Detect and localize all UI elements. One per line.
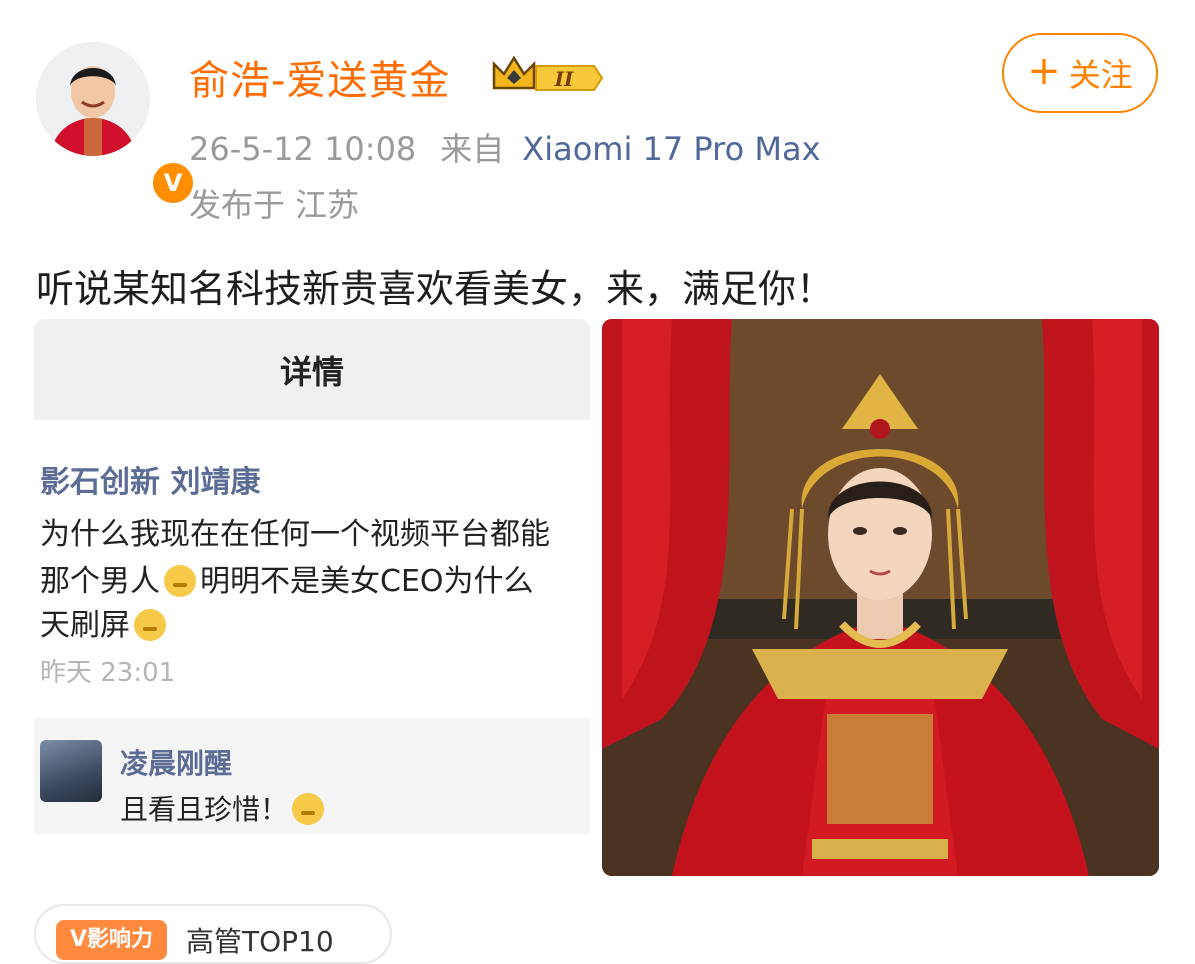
follow-button-label: 关注	[1068, 56, 1133, 94]
reply-author: 凌晨刚醒	[120, 747, 233, 780]
post-image-1[interactable]: 详情 影石创新 刘靖康 为什么我现在在任何一个视频平台都能 那个男人 明明不是美女…	[34, 319, 590, 876]
from-label: 来自	[440, 130, 505, 168]
follow-button[interactable]: + 关注	[1002, 33, 1158, 113]
comment-time: 昨天 23:01	[40, 658, 176, 688]
post-image-2[interactable]	[602, 319, 1159, 876]
crying-emoji-icon	[134, 609, 166, 641]
comment-line-3-a: 天刷屏	[40, 608, 130, 643]
comment-line-2: 那个男人 明明不是美女CEO为什么	[40, 556, 534, 600]
post-location: 发布于 江苏	[189, 186, 360, 224]
avatar-image	[36, 42, 150, 156]
doge-emoji-icon	[292, 793, 325, 825]
influence-text: 高管TOP10	[186, 925, 334, 958]
reply-avatar	[40, 740, 102, 802]
author-avatar[interactable]: V	[36, 42, 196, 206]
comment-line-2-a: 那个男人	[40, 564, 160, 599]
influence-tag[interactable]: V影响力 高管TOP10	[34, 904, 392, 964]
post-time: 26-5-12 10:08	[189, 130, 417, 168]
image1-header: 详情	[34, 319, 590, 420]
plus-icon: +	[1027, 48, 1061, 94]
crown-level-icon: II	[492, 55, 604, 91]
post-text: 听说某知名科技新贵喜欢看美女，来，满足你！	[36, 267, 835, 311]
comment-line-3: 天刷屏	[40, 600, 170, 644]
comment-line-1: 为什么我现在在任何一个视频平台都能	[40, 517, 550, 552]
influence-badge: V影响力	[56, 920, 168, 960]
author-name[interactable]: 俞浩-爱送黄金	[189, 48, 450, 106]
reply-text: 且看且珍惜！	[120, 788, 328, 828]
comment-author: 影石创新 刘靖康	[40, 465, 261, 500]
level-badge-text: II	[554, 67, 574, 91]
post-meta: 26-5-12 10:08 来自 Xiaomi 17 Pro Max	[189, 124, 821, 170]
device-link[interactable]: Xiaomi 17 Pro Max	[522, 130, 820, 168]
comment-line-2-b: 明明不是美女CEO为什么	[200, 564, 534, 599]
crying-emoji-icon	[164, 565, 196, 597]
reply-block: 凌晨刚醒 且看且珍惜！	[34, 718, 590, 834]
reply-text-content: 且看且珍惜！	[120, 793, 289, 826]
bride-photo	[602, 319, 1159, 876]
